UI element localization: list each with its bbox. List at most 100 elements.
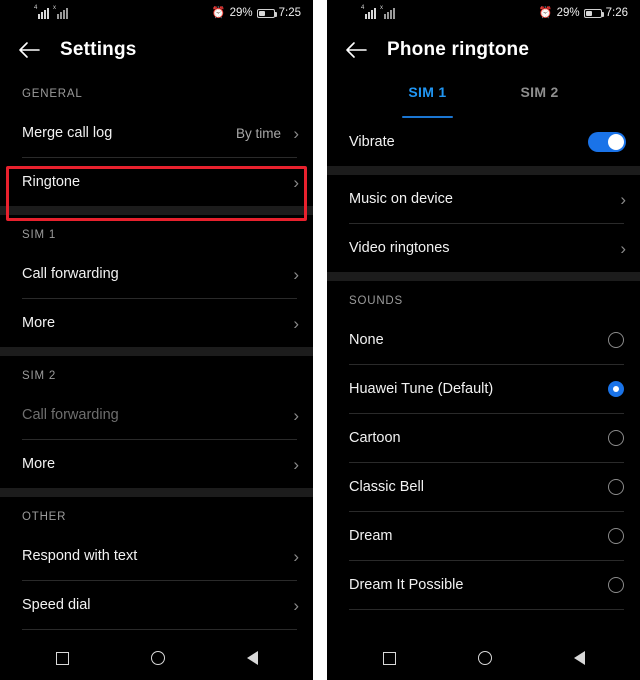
radio-button[interactable]: [608, 528, 624, 544]
chevron-right-icon: ›: [293, 172, 299, 192]
sim1-signal-icon: 4: [34, 5, 52, 19]
battery-percent-label: 29%: [556, 7, 580, 19]
chevron-right-icon: ›: [293, 264, 299, 284]
back-icon[interactable]: [573, 651, 585, 665]
row-label: More: [22, 315, 56, 331]
clock-label: 7:25: [278, 7, 301, 19]
list-item-merge-call-log[interactable]: Merge call log By time ›: [0, 109, 313, 157]
battery-percent-label: 29%: [229, 7, 253, 19]
row-label: Merge call log: [22, 125, 113, 141]
vibrate-row[interactable]: Vibrate: [327, 118, 640, 166]
row-label: Video ringtones: [349, 240, 450, 256]
page-title: Phone ringtone: [387, 39, 530, 60]
list-item-sim1-more[interactable]: More ›: [0, 299, 313, 347]
sim1-signal-icon: 4: [361, 5, 379, 19]
right-phone-screen: 4 x ⏰ 29% 7:26 Phone ringtone SIM 1 SIM …: [327, 0, 640, 680]
back-icon[interactable]: [246, 651, 258, 665]
vibrate-label: Vibrate: [349, 134, 395, 150]
sound-option-dream-it-possible[interactable]: Dream It Possible: [327, 561, 640, 609]
list-item-ringtone[interactable]: Ringtone ›: [0, 158, 313, 206]
chevron-right-icon: ›: [293, 546, 299, 566]
list-item-sim2-more[interactable]: More ›: [0, 440, 313, 488]
sim2-signal-icon: x: [53, 5, 71, 19]
sim-tabs: SIM 1 SIM 2: [327, 74, 640, 118]
back-arrow-icon[interactable]: [16, 37, 42, 63]
chevron-right-icon: ›: [620, 238, 626, 258]
row-label: Call forwarding: [22, 266, 119, 282]
battery-icon: [583, 8, 604, 18]
radio-button[interactable]: [608, 577, 624, 593]
row-label: Cartoon: [349, 430, 401, 446]
sound-option-huawei-tune[interactable]: Huawei Tune (Default): [327, 365, 640, 413]
clock-label: 7:26: [605, 7, 628, 19]
radio-button[interactable]: [608, 430, 624, 446]
recent-apps-icon[interactable]: [382, 651, 396, 665]
list-item-sim1-call-forwarding[interactable]: Call forwarding ›: [0, 250, 313, 298]
page-title: Settings: [60, 39, 137, 60]
vibrate-toggle[interactable]: [588, 132, 626, 152]
section-divider-band: [0, 206, 313, 215]
home-icon[interactable]: [477, 651, 492, 665]
dual-screenshot-composite: 4 x ⏰ 29% 7:25 Settings GENERAL Merge ca…: [0, 0, 640, 680]
system-nav-bar: [0, 636, 313, 680]
sound-option-dream[interactable]: Dream: [327, 512, 640, 560]
section-divider-band: [0, 347, 313, 356]
alarm-clock-icon: ⏰: [538, 6, 553, 19]
left-phone-screen: 4 x ⏰ 29% 7:25 Settings GENERAL Merge ca…: [0, 0, 313, 680]
sound-option-classic-bell[interactable]: Classic Bell: [327, 463, 640, 511]
chevron-right-icon: ›: [293, 313, 299, 333]
section-header-sim1: SIM 1: [22, 229, 57, 241]
chevron-right-icon: ›: [293, 454, 299, 474]
status-bar-right: ⏰ 29% 7:25: [212, 0, 301, 26]
status-bar-right: ⏰ 29% 7:26: [539, 0, 628, 26]
signal-indicators: 4 x: [361, 5, 398, 19]
back-arrow-icon[interactable]: [343, 37, 369, 63]
row-label: More: [22, 456, 56, 472]
alarm-clock-icon: ⏰: [211, 6, 226, 19]
row-label: Respond with text: [22, 548, 138, 564]
section-header-other: OTHER: [22, 511, 67, 523]
sound-option-none[interactable]: None: [327, 316, 640, 364]
section-header-general: GENERAL: [22, 88, 83, 100]
row-label: Ringtone: [22, 174, 81, 190]
section-header-sounds: SOUNDS: [349, 295, 404, 307]
chevron-right-icon: ›: [293, 595, 299, 615]
radio-button[interactable]: [608, 332, 624, 348]
chevron-right-icon: ›: [620, 189, 626, 209]
sound-option-cartoon[interactable]: Cartoon: [327, 414, 640, 462]
battery-icon: [256, 8, 277, 18]
tab-sim-1[interactable]: SIM 1: [402, 84, 453, 118]
list-item-video-ringtones[interactable]: Video ringtones ›: [327, 224, 640, 272]
home-icon[interactable]: [150, 651, 165, 665]
chevron-right-icon: ›: [293, 405, 299, 425]
list-item-music-on-device[interactable]: Music on device ›: [327, 175, 640, 223]
settings-list: GENERAL Merge call log By time › Rington…: [0, 74, 313, 678]
recent-apps-icon[interactable]: [55, 651, 69, 665]
row-label: Speed dial: [22, 597, 91, 613]
tab-sim-2[interactable]: SIM 2: [515, 84, 565, 118]
chevron-right-icon: ›: [293, 123, 299, 143]
row-label: Music on device: [349, 191, 453, 207]
radio-button[interactable]: [608, 479, 624, 495]
row-label: Classic Bell: [349, 479, 424, 495]
system-nav-bar: [327, 636, 640, 680]
panel-gap: [313, 0, 327, 680]
app-bar: Settings: [0, 26, 313, 74]
section-header-sim2: SIM 2: [22, 370, 57, 382]
section-divider-band: [327, 272, 640, 281]
list-item-speed-dial[interactable]: Speed dial ›: [0, 581, 313, 629]
radio-button-selected[interactable]: [608, 381, 624, 397]
divider: [349, 609, 624, 610]
row-label: Call forwarding: [22, 407, 119, 423]
row-value: By time: [235, 125, 281, 141]
section-divider-band: [0, 488, 313, 497]
row-label: Huawei Tune (Default): [349, 381, 494, 397]
row-label: Dream: [349, 528, 393, 544]
row-label: None: [349, 332, 384, 348]
status-bar: 4 x ⏰ 29% 7:26: [327, 0, 640, 26]
signal-indicators: 4 x: [34, 5, 71, 19]
list-item-sim2-call-forwarding[interactable]: Call forwarding ›: [0, 391, 313, 439]
status-bar: 4 x ⏰ 29% 7:25: [0, 0, 313, 26]
list-item-respond-with-text[interactable]: Respond with text ›: [0, 532, 313, 580]
sim2-signal-icon: x: [380, 5, 398, 19]
